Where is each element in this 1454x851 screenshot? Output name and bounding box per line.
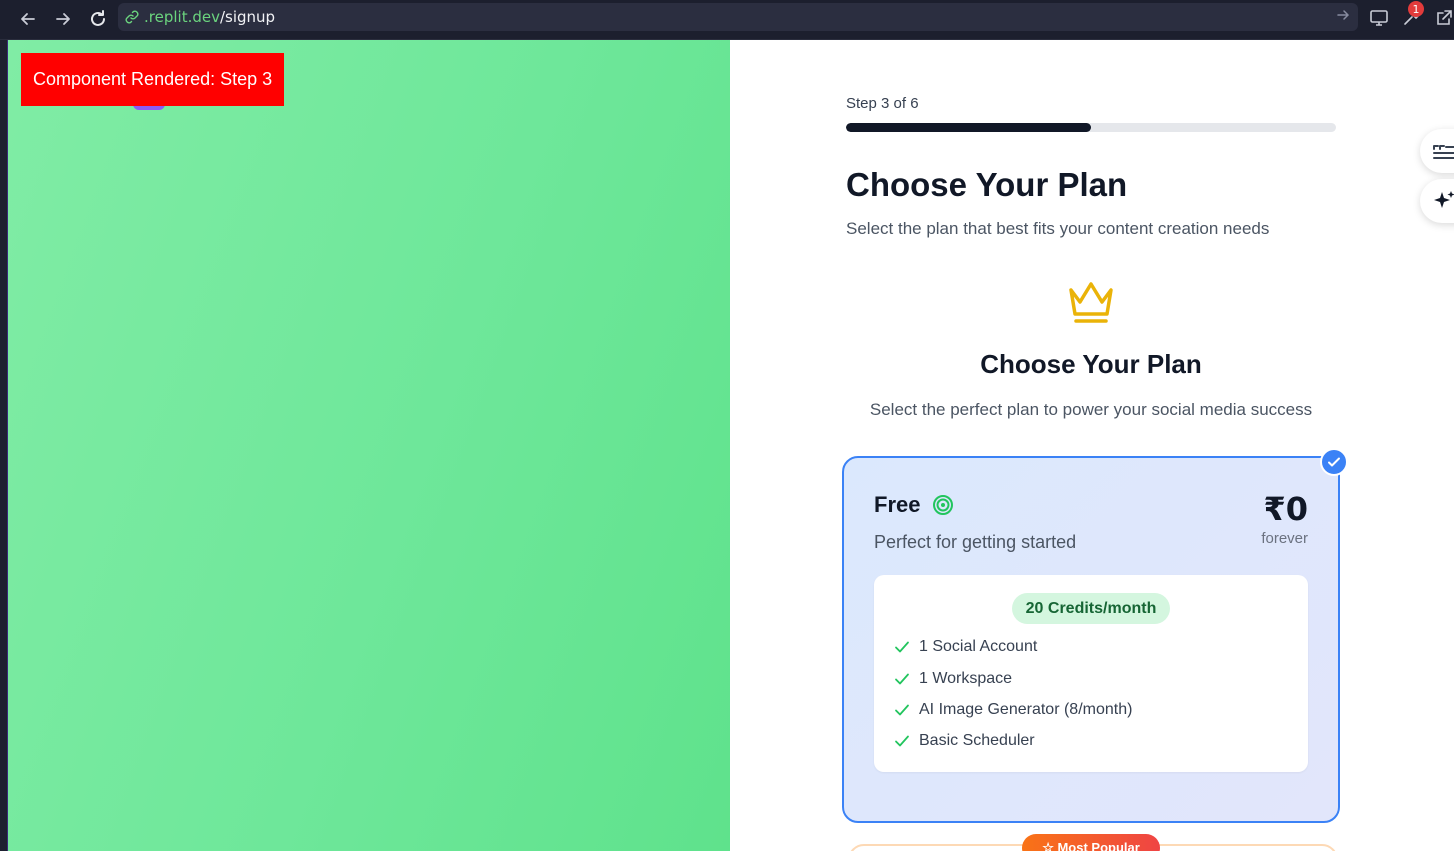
devices-button[interactable] xyxy=(1367,6,1391,30)
feature-text: 1 Social Account xyxy=(919,638,1038,655)
url-domain: .replit.dev xyxy=(144,8,220,26)
back-button[interactable] xyxy=(15,6,41,32)
feature-item: 1 Workspace xyxy=(894,670,1012,688)
open-external-button[interactable] xyxy=(1432,6,1454,30)
feature-item: Basic Scheduler xyxy=(894,732,1035,750)
plan-card-free[interactable]: Free Perfect for getting started ₹0 fore… xyxy=(842,456,1340,823)
plan-period: forever xyxy=(1261,530,1308,547)
plan-features-box: 20 Credits/month 1 Social Account 1 Work… xyxy=(874,575,1308,772)
check-icon xyxy=(895,735,909,747)
signup-panel: Step 3 of 6 Choose Your Plan Select the … xyxy=(730,40,1454,851)
feature-text: 1 Workspace xyxy=(919,670,1013,687)
section-subtitle: Select the perfect plan to power your so… xyxy=(869,400,1313,419)
address-bar[interactable]: .replit.dev/signup xyxy=(118,3,1358,31)
section-title: Choose Your Plan xyxy=(980,349,1202,379)
check-icon xyxy=(895,641,909,653)
selected-check-icon xyxy=(1320,448,1348,476)
page-title: Choose Your Plan xyxy=(846,166,1128,203)
left-gradient-panel: Component Rendered: Step 3 xyxy=(8,40,730,851)
notification-badge: 1 xyxy=(1408,1,1424,17)
check-icon xyxy=(895,673,909,685)
quote-list-icon xyxy=(1433,145,1454,159)
progress-fill xyxy=(846,123,1091,132)
feature-item: 1 Social Account xyxy=(894,638,1037,656)
progress-bar xyxy=(846,123,1336,132)
arrow-left-icon xyxy=(21,13,35,25)
feature-text: Basic Scheduler xyxy=(919,732,1035,749)
sidebar-edge xyxy=(0,40,8,851)
reload-button[interactable] xyxy=(85,6,111,32)
forward-button[interactable] xyxy=(50,6,76,32)
most-popular-badge: ☆ Most Popular xyxy=(1022,834,1160,851)
ai-sparkle-button[interactable] xyxy=(1420,179,1454,223)
reload-icon xyxy=(91,10,105,26)
link-icon xyxy=(125,10,139,24)
debug-banner: Component Rendered: Step 3 xyxy=(21,53,285,106)
plan-price: ₹0 xyxy=(1263,490,1308,528)
feature-item: AI Image Generator (8/month) xyxy=(894,701,1132,719)
monitor-icon xyxy=(1370,10,1388,26)
plan-description: Perfect for getting started xyxy=(874,532,1077,552)
go-arrow-icon[interactable] xyxy=(1336,8,1350,27)
check-icon xyxy=(895,704,909,716)
feature-text: AI Image Generator (8/month) xyxy=(919,701,1133,718)
page-subtitle: Select the plan that best fits your cont… xyxy=(846,219,1270,238)
crown-icon xyxy=(1066,280,1116,331)
plan-name: Free xyxy=(874,492,921,517)
external-link-icon xyxy=(1437,10,1452,25)
tools-button[interactable]: 1 xyxy=(1399,1,1424,30)
sparkle-icon xyxy=(1434,191,1454,208)
target-icon xyxy=(932,494,954,521)
quote-widget-button[interactable] xyxy=(1420,129,1454,173)
arrow-right-icon xyxy=(56,13,70,25)
credits-badge: 20 Credits/month xyxy=(1012,593,1170,624)
step-indicator: Step 3 of 6 xyxy=(846,95,919,112)
browser-toolbar: .replit.dev/signup 1 xyxy=(0,0,1454,40)
url-path: /signup xyxy=(219,8,276,26)
